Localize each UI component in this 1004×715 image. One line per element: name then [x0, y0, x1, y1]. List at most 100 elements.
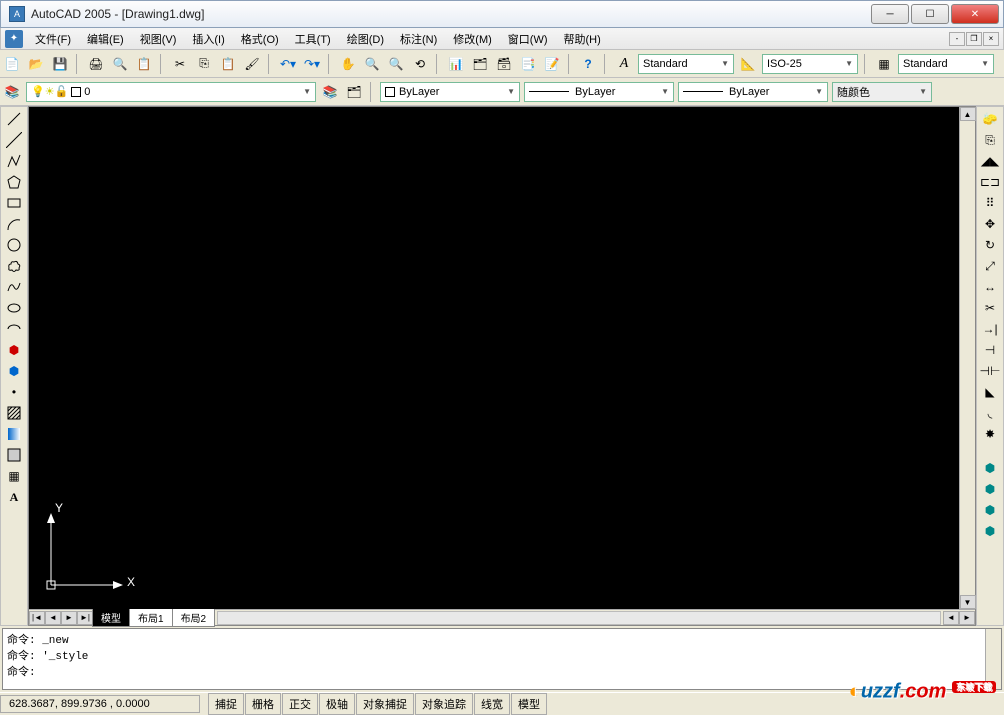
spline-button[interactable]: [4, 277, 24, 297]
layer-combo[interactable]: 💡 ☀ 🔓 0 ▼: [26, 82, 316, 102]
close-button[interactable]: ✕: [951, 4, 999, 24]
menu-view[interactable]: 视图(V): [132, 29, 185, 49]
move-button[interactable]: ✥: [980, 214, 1000, 234]
line-button[interactable]: [4, 109, 24, 129]
ortho-toggle[interactable]: 正交: [282, 693, 318, 715]
array-button[interactable]: ⠿: [980, 193, 1000, 213]
zoom-realtime-button[interactable]: 🔍: [362, 54, 382, 74]
otrack-toggle[interactable]: 对象追踪: [415, 693, 473, 715]
zoom-previous-button[interactable]: ⟲: [410, 54, 430, 74]
menu-format[interactable]: 格式(O): [233, 29, 287, 49]
horizontal-scrollbar[interactable]: [217, 611, 941, 625]
hatch-button[interactable]: [4, 403, 24, 423]
tab-first-button[interactable]: |◄: [29, 611, 45, 625]
grid-toggle[interactable]: 栅格: [245, 693, 281, 715]
tab-layout1[interactable]: 布局1: [129, 608, 173, 627]
trim-button[interactable]: ✂: [980, 298, 1000, 318]
insert-block-button[interactable]: ⬢: [4, 340, 24, 360]
model-paper-toggle[interactable]: 模型: [511, 693, 547, 715]
layer-previous-button[interactable]: 📚: [320, 82, 340, 102]
osnap-toggle[interactable]: 对象捕捉: [356, 693, 414, 715]
command-window[interactable]: 命令: _new 命令: '_style 命令:: [2, 628, 1002, 690]
menu-modify[interactable]: 修改(M): [445, 29, 500, 49]
dim-style-combo[interactable]: ISO-25▼: [762, 54, 858, 74]
chamfer-button[interactable]: ◣: [980, 382, 1000, 402]
undo-button[interactable]: ↶▾: [278, 54, 298, 74]
mdi-restore-button[interactable]: ❐: [966, 32, 982, 46]
markup-button[interactable]: 📝: [542, 54, 562, 74]
ellipse-button[interactable]: [4, 298, 24, 318]
refedit-remove-button[interactable]: ⬢: [980, 500, 1000, 520]
scroll-right-button[interactable]: ►: [959, 611, 975, 625]
sheet-set-button[interactable]: 📑: [518, 54, 538, 74]
text-style-icon[interactable]: A: [614, 54, 634, 74]
arc-button[interactable]: [4, 214, 24, 234]
table-style-combo[interactable]: Standard▼: [898, 54, 994, 74]
menu-window[interactable]: 窗口(W): [500, 29, 556, 49]
make-block-button[interactable]: ⬢: [4, 361, 24, 381]
layer-manager-button[interactable]: 📚: [2, 82, 22, 102]
fillet-button[interactable]: ◟: [980, 403, 1000, 423]
mirror-button[interactable]: ◢◣: [980, 151, 1000, 171]
plotstyle-combo[interactable]: 随颜色 ▼: [832, 82, 932, 102]
break-at-point-button[interactable]: ⊣: [980, 340, 1000, 360]
offset-button[interactable]: ⊏⊐: [980, 172, 1000, 192]
menu-draw[interactable]: 绘图(D): [339, 29, 392, 49]
refedit-save-button[interactable]: ⬢: [980, 521, 1000, 541]
mtext-button[interactable]: A: [4, 487, 24, 507]
explode-button[interactable]: ✸: [980, 424, 1000, 444]
break-button[interactable]: ⊣⊢: [980, 361, 1000, 381]
point-button[interactable]: •: [4, 382, 24, 402]
ellipse-arc-button[interactable]: [4, 319, 24, 339]
menu-tools[interactable]: 工具(T): [287, 29, 339, 49]
menu-file[interactable]: 文件(F): [27, 29, 79, 49]
minimize-button[interactable]: ─: [871, 4, 909, 24]
lineweight-combo[interactable]: ByLayer ▼: [678, 82, 828, 102]
linetype-combo[interactable]: ByLayer ▼: [524, 82, 674, 102]
new-button[interactable]: 📄: [2, 54, 22, 74]
menu-help[interactable]: 帮助(H): [556, 29, 609, 49]
extend-button[interactable]: →|: [980, 319, 1000, 339]
mdi-minimize-button[interactable]: -: [949, 32, 965, 46]
print-button[interactable]: 🖨: [86, 54, 106, 74]
zoom-window-button[interactable]: 🔍: [386, 54, 406, 74]
tool-palettes-button[interactable]: 🗃: [494, 54, 514, 74]
lineweight-toggle[interactable]: 线宽: [474, 693, 510, 715]
refedit-button[interactable]: ⬢: [980, 458, 1000, 478]
coordinates-display[interactable]: 628.3687, 899.9736 , 0.0000: [0, 695, 200, 713]
stretch-button[interactable]: ↔: [980, 277, 1000, 297]
polygon-button[interactable]: [4, 172, 24, 192]
copy-button[interactable]: ⎘: [194, 54, 214, 74]
help-button[interactable]: ?: [578, 54, 598, 74]
table-button[interactable]: ▦: [4, 466, 24, 486]
save-button[interactable]: 💾: [50, 54, 70, 74]
paste-button[interactable]: 📋: [218, 54, 238, 74]
vertical-scrollbar[interactable]: ▲ ▼: [959, 107, 975, 609]
erase-button[interactable]: 🧽: [980, 109, 1000, 129]
construction-line-button[interactable]: [4, 130, 24, 150]
text-style-combo[interactable]: Standard▼: [638, 54, 734, 74]
gradient-button[interactable]: [4, 424, 24, 444]
tab-model[interactable]: 模型: [92, 608, 130, 627]
table-style-icon[interactable]: ▦: [874, 54, 894, 74]
properties-button[interactable]: 📊: [446, 54, 466, 74]
rectangle-button[interactable]: [4, 193, 24, 213]
polar-toggle[interactable]: 极轴: [319, 693, 355, 715]
tab-next-button[interactable]: ►: [61, 611, 77, 625]
cut-button[interactable]: ✂: [170, 54, 190, 74]
mdi-close-button[interactable]: ×: [983, 32, 999, 46]
scroll-up-button[interactable]: ▲: [960, 107, 976, 121]
circle-button[interactable]: [4, 235, 24, 255]
autocad-logo-icon[interactable]: ✦: [5, 30, 23, 48]
pan-button[interactable]: ✋: [338, 54, 358, 74]
maximize-button[interactable]: ☐: [911, 4, 949, 24]
publish-button[interactable]: 📋: [134, 54, 154, 74]
region-button[interactable]: [4, 445, 24, 465]
redo-button[interactable]: ↷▾: [302, 54, 322, 74]
dim-style-icon[interactable]: 📐: [738, 54, 758, 74]
tab-last-button[interactable]: ►|: [77, 611, 93, 625]
copy-object-button[interactable]: ⎘: [980, 130, 1000, 150]
scroll-left-button[interactable]: ◄: [943, 611, 959, 625]
color-combo[interactable]: ByLayer ▼: [380, 82, 520, 102]
model-space-canvas[interactable]: Y X: [29, 107, 959, 609]
